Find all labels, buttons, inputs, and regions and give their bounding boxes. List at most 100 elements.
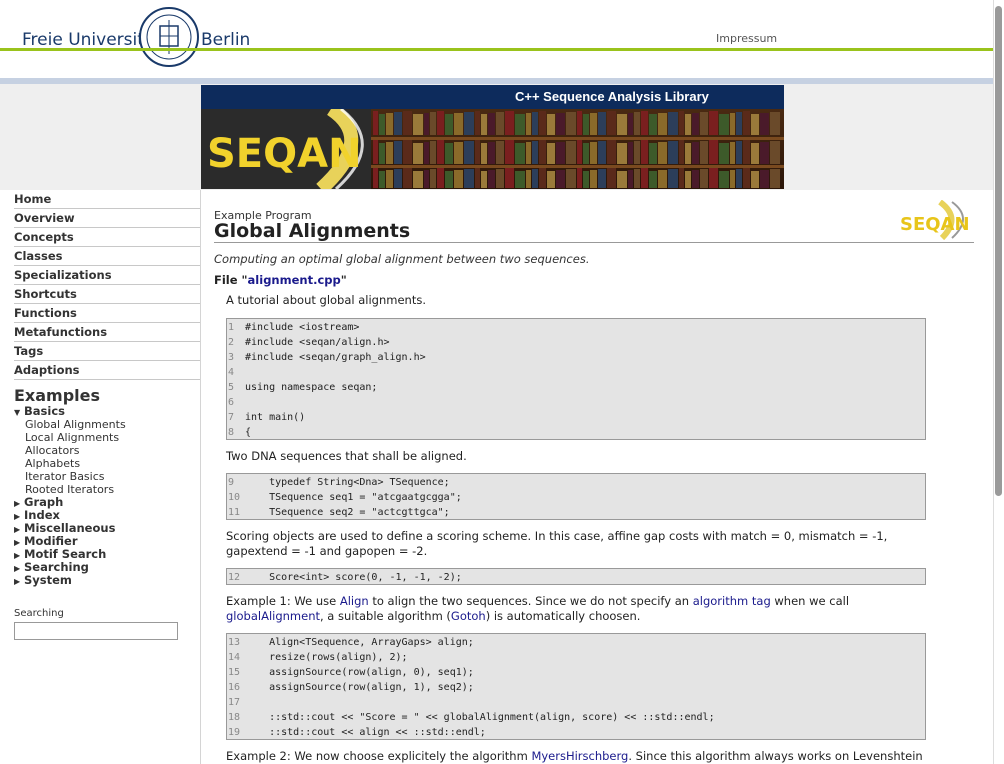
book-spine	[481, 171, 487, 188]
paragraph-sequences: Two DNA sequences that shall be aligned.	[226, 449, 467, 463]
book-spine	[628, 170, 633, 188]
nav-specializations[interactable]: Specializations	[14, 266, 200, 285]
nav-functions[interactable]: Functions	[14, 304, 200, 323]
book-spine	[454, 113, 463, 135]
book-spine	[685, 171, 691, 188]
small-logo-text: SEQAN	[900, 214, 970, 235]
group-graph-label[interactable]: Graph	[24, 495, 63, 509]
book-spine	[532, 169, 538, 188]
myers-hirschberg-link[interactable]: MyersHirschberg	[531, 749, 628, 763]
university-header: Freie Universität Berlin Impressum	[0, 0, 1004, 78]
nav-concepts[interactable]: Concepts	[14, 228, 200, 247]
book-spine	[539, 140, 546, 164]
group-index-label[interactable]: Index	[24, 508, 60, 522]
book-spine	[437, 168, 444, 188]
code-text: #include <seqan/align.h>	[245, 337, 390, 348]
book-spine	[496, 169, 504, 188]
nav-tags[interactable]: Tags	[14, 342, 200, 361]
nav-home[interactable]: Home	[14, 190, 200, 209]
book-spine	[685, 143, 691, 164]
p5-text-a: Example 2: We now choose explicitely the…	[226, 749, 532, 763]
algorithm-tag-link[interactable]: algorithm tag	[693, 594, 771, 608]
book-spine	[547, 143, 555, 164]
example-allocators[interactable]: Allocators	[25, 444, 200, 457]
global-alignment-link[interactable]: globalAlignment	[226, 609, 320, 623]
example-global-alignments[interactable]: Global Alignments	[25, 418, 200, 431]
code-line: 15 assignSource(row(align, 0), seq1);	[227, 665, 925, 680]
book-spine	[617, 114, 627, 135]
gotoh-link[interactable]: Gotoh	[451, 609, 486, 623]
triangle-right-icon[interactable]: ▶	[14, 575, 24, 588]
code-text: ::std::cout << "Score = " << globalAlign…	[245, 712, 715, 723]
book-spine	[505, 168, 514, 188]
example-alphabets[interactable]: Alphabets	[25, 457, 200, 470]
examples-heading[interactable]: Examples	[14, 386, 200, 405]
group-motif-search-label[interactable]: Motif Search	[24, 547, 106, 561]
book-spine	[751, 171, 759, 188]
book-spine	[719, 114, 729, 135]
line-number: 14	[228, 652, 241, 663]
page-title: Global Alignments	[214, 220, 411, 242]
group-miscellaneous-label[interactable]: Miscellaneous	[24, 521, 115, 535]
book-spine	[373, 111, 378, 135]
nav-metafunctions[interactable]: Metafunctions	[14, 323, 200, 342]
group-basics[interactable]: ▼ Basics	[14, 405, 200, 418]
book-spine	[430, 141, 436, 164]
impressum-link[interactable]: Impressum	[716, 32, 777, 45]
book-spine	[464, 112, 474, 135]
book-spine	[526, 113, 531, 135]
group-system-label[interactable]: System	[24, 573, 72, 587]
book-spine	[719, 171, 729, 188]
book-spine	[379, 143, 385, 164]
book-spine	[413, 143, 423, 164]
file-prefix: File "	[214, 273, 248, 287]
book-spine	[430, 112, 436, 135]
book-spine	[488, 113, 495, 135]
triangle-down-icon[interactable]: ▼	[14, 406, 24, 419]
book-spine	[394, 112, 402, 135]
book-spine	[760, 170, 769, 188]
group-basics-label[interactable]: Basics	[24, 404, 65, 418]
nav-shortcuts[interactable]: Shortcuts	[14, 285, 200, 304]
scrollbar-thumb[interactable]	[995, 6, 1002, 496]
book-spine	[607, 140, 616, 164]
university-seal-icon[interactable]	[138, 6, 200, 68]
code-block-2: 9 typedef String<Dna> TSequence; 10 TSequ…	[226, 473, 926, 520]
nav-adaptions[interactable]: Adaptions	[14, 361, 200, 380]
book-spine	[668, 112, 678, 135]
nav-classes[interactable]: Classes	[14, 247, 200, 266]
line-number: 8	[228, 427, 235, 438]
example-iterator-basics[interactable]: Iterator Basics	[25, 470, 200, 483]
university-city[interactable]: Berlin	[201, 30, 250, 50]
line-number: 12	[228, 572, 241, 583]
line-number: 16	[228, 682, 241, 693]
nav-overview[interactable]: Overview	[14, 209, 200, 228]
book-spine	[719, 143, 729, 164]
code-line: 14 resize(rows(align), 2);	[227, 650, 925, 665]
file-link[interactable]: alignment.cpp	[248, 273, 341, 287]
book-spine	[373, 168, 378, 188]
align-link[interactable]: Align	[340, 594, 369, 608]
book-spine	[481, 114, 487, 135]
book-spine	[709, 168, 718, 188]
group-modifier-label[interactable]: Modifier	[24, 534, 78, 548]
code-block-1: 1 #include <iostream> 2 #include <seqan/ali…	[226, 318, 926, 440]
book-spine	[577, 168, 582, 188]
book-spine	[454, 170, 463, 188]
group-searching-label[interactable]: Searching	[24, 560, 89, 574]
group-system[interactable]: ▶ System	[14, 574, 200, 587]
book-spine	[770, 112, 780, 135]
book-spine	[547, 171, 555, 188]
book-spine	[437, 111, 444, 135]
book-spine	[679, 111, 684, 135]
book-spine	[679, 168, 684, 188]
book-spine	[454, 142, 463, 164]
example-local-alignments[interactable]: Local Alignments	[25, 431, 200, 444]
book-spine	[566, 169, 576, 188]
book-spine	[700, 141, 708, 164]
line-number: 3	[228, 352, 235, 363]
sidebar: Home Overview Concepts Classes Specializ…	[0, 190, 201, 764]
book-spine	[598, 141, 606, 164]
search-input[interactable]	[14, 622, 178, 640]
book-spine	[566, 112, 576, 135]
